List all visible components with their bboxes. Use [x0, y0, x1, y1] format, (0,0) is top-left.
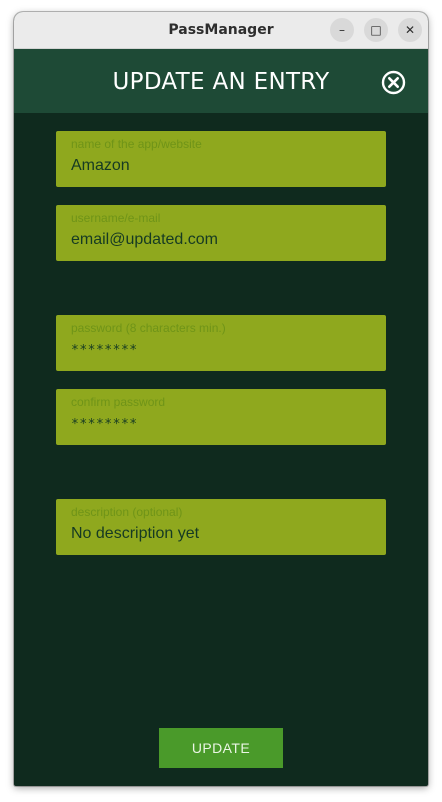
password-label: password (8 characters min.)	[71, 321, 226, 335]
window-titlebar[interactable]: PassManager – □ ✕	[14, 12, 428, 49]
app-name-label: name of the app/website	[71, 137, 202, 151]
app-window: PassManager – □ ✕ UPDATE AN ENTRY name o…	[14, 12, 428, 786]
description-value[interactable]: No description yet	[71, 525, 199, 543]
maximize-icon: □	[370, 23, 382, 37]
username-label: username/e-mail	[71, 211, 161, 225]
confirm-password-label: confirm password	[71, 395, 166, 409]
description-label: description (optional)	[71, 505, 183, 519]
page-header: UPDATE AN ENTRY	[14, 49, 428, 113]
minimize-button[interactable]: –	[330, 18, 354, 42]
update-button[interactable]: UPDATE	[159, 728, 283, 768]
confirm-password-field[interactable]: confirm password ********	[56, 389, 386, 445]
window-close-button[interactable]: ✕	[398, 18, 422, 42]
app-name-value[interactable]: Amazon	[71, 157, 130, 175]
confirm-password-value[interactable]: ********	[71, 417, 138, 432]
minimize-icon: –	[339, 23, 345, 37]
password-value[interactable]: ********	[71, 343, 138, 358]
close-icon: ✕	[404, 23, 416, 37]
username-value[interactable]: email@updated.com	[71, 231, 218, 249]
circle-x-icon[interactable]	[381, 70, 406, 95]
password-field[interactable]: password (8 characters min.) ********	[56, 315, 386, 371]
page-title: UPDATE AN ENTRY	[112, 69, 330, 95]
maximize-button[interactable]: □	[364, 18, 388, 42]
app-name-field[interactable]: name of the app/website Amazon	[56, 131, 386, 187]
description-field[interactable]: description (optional) No description ye…	[56, 499, 386, 555]
username-field[interactable]: username/e-mail email@updated.com	[56, 205, 386, 261]
